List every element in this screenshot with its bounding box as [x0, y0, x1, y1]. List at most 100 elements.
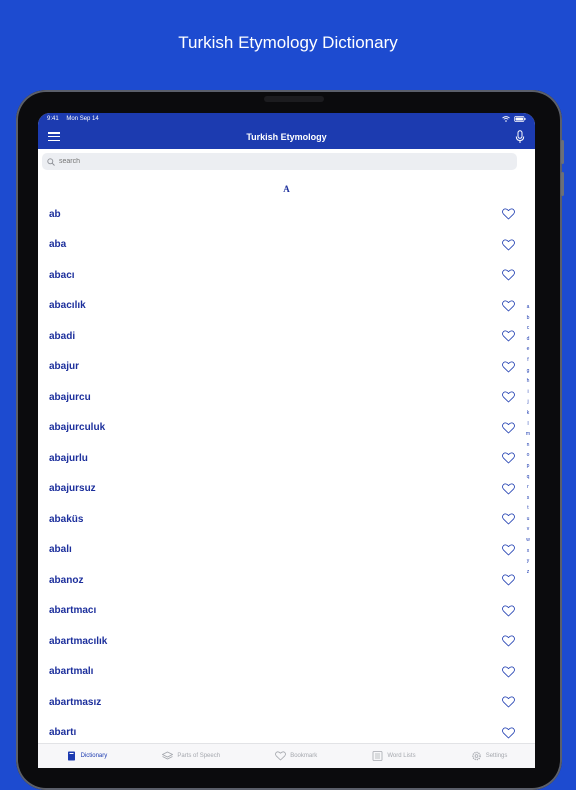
bookmark-heart-icon[interactable]: [502, 208, 515, 220]
word-row[interactable]: ab: [38, 199, 535, 230]
menu-icon[interactable]: [48, 132, 60, 142]
promo-headline: Turkish Etymology Dictionary: [178, 33, 398, 52]
bookmark-heart-icon[interactable]: [502, 665, 515, 678]
word-label: abajurcu: [49, 391, 91, 403]
word-label: abanoz: [49, 574, 84, 586]
word-row[interactable]: abalı: [38, 535, 535, 566]
word-label: abartmalı: [49, 666, 94, 678]
alphabet-index-letter[interactable]: p: [527, 461, 530, 472]
word-row[interactable]: abartmasız: [38, 687, 535, 718]
word-row[interactable]: abadi: [38, 321, 535, 352]
word-label: abajurlu: [49, 452, 88, 464]
bookmark-heart-icon[interactable]: [502, 360, 515, 373]
bookmark-heart-icon[interactable]: [502, 635, 515, 647]
microphone-icon[interactable]: [515, 130, 525, 144]
word-row[interactable]: abartmacılık: [38, 626, 535, 657]
alphabet-index-letter[interactable]: v: [527, 524, 530, 535]
alphabet-index-letter[interactable]: j: [527, 397, 528, 408]
bookmark-heart-icon[interactable]: [502, 452, 515, 464]
nav-title: Turkish Etymology: [246, 131, 327, 142]
gear-icon: [471, 751, 481, 761]
tab-dictionary[interactable]: Dictionary: [66, 751, 108, 761]
bookmark-heart-icon[interactable]: [502, 604, 515, 617]
word-label: abajursuz: [49, 483, 96, 495]
alphabet-index-letter[interactable]: g: [527, 366, 530, 377]
alphabet-index-letter[interactable]: a: [527, 302, 530, 313]
word-row[interactable]: abacı: [38, 260, 535, 291]
search-bar: [38, 149, 535, 174]
tab-bookmark[interactable]: Bookmark: [275, 751, 317, 761]
word-label: abajur: [49, 361, 80, 373]
bookmark-heart-icon[interactable]: [502, 299, 515, 312]
book-icon: [67, 751, 75, 761]
alphabet-index-letter[interactable]: w: [526, 535, 530, 546]
word-label: abartı: [49, 727, 77, 739]
bookmark-heart-icon[interactable]: [502, 726, 515, 739]
word-label: abadi: [49, 330, 76, 342]
bookmark-heart-icon[interactable]: [502, 330, 515, 342]
alphabet-index-letter[interactable]: e: [527, 344, 530, 355]
alphabet-index-letter[interactable]: h: [527, 376, 530, 387]
alphabet-index-letter[interactable]: t: [527, 503, 528, 514]
word-label: aba: [49, 239, 67, 251]
word-row[interactable]: abacılık: [38, 291, 535, 322]
word-label: abartmacılık: [49, 635, 108, 647]
alphabet-index-letter[interactable]: n: [527, 440, 530, 451]
alphabet-index-letter[interactable]: m: [526, 429, 530, 440]
search-input[interactable]: [59, 158, 459, 165]
alphabet-index-letter[interactable]: d: [527, 334, 530, 345]
word-label: abartmacı: [49, 605, 97, 617]
word-row[interactable]: abajur: [38, 352, 535, 383]
bookmark-heart-icon[interactable]: [502, 482, 515, 495]
word-label: abajurculuk: [49, 422, 106, 434]
bookmark-heart-icon[interactable]: [502, 391, 515, 403]
nav-bar: Turkish Etymology: [38, 124, 535, 149]
word-row[interactable]: abaküs: [38, 504, 535, 535]
alphabet-index-letter[interactable]: b: [527, 313, 530, 324]
layers-icon: [162, 751, 174, 760]
tab-parts-of-speech[interactable]: Parts of Speech: [162, 751, 220, 761]
bookmark-heart-icon[interactable]: [502, 269, 515, 281]
alphabet-index-letter[interactable]: u: [527, 514, 530, 525]
alphabet-index-letter[interactable]: c: [527, 323, 530, 334]
tab-label: Dictionary: [80, 753, 108, 759]
alphabet-index-letter[interactable]: x: [527, 546, 530, 557]
alphabet-index[interactable]: abcdefghijklmnopqrstuvwxyz: [524, 302, 532, 577]
alphabet-index-letter[interactable]: y: [527, 556, 530, 567]
tab-settings[interactable]: Settings: [471, 751, 508, 761]
alphabet-index-letter[interactable]: s: [527, 493, 530, 504]
word-label: ab: [49, 208, 61, 220]
bookmark-heart-icon[interactable]: [502, 574, 515, 586]
alphabet-index-letter[interactable]: f: [527, 355, 528, 366]
word-row[interactable]: abajurlu: [38, 443, 535, 474]
word-label: abacı: [49, 269, 75, 281]
battery-icon: [514, 115, 526, 122]
word-label: abalı: [49, 544, 72, 556]
bookmark-heart-icon[interactable]: [502, 696, 515, 708]
bookmark-heart-icon[interactable]: [502, 543, 515, 556]
alphabet-index-letter[interactable]: r: [527, 482, 529, 493]
search-field[interactable]: [42, 153, 517, 170]
word-list: ab aba abacı abacılık abadi abajur abajurcu aba…: [38, 199, 535, 748]
bookmark-heart-icon[interactable]: [502, 513, 515, 525]
alphabet-index-letter[interactable]: i: [527, 387, 528, 398]
heart-icon: [275, 751, 287, 761]
word-row[interactable]: abajurcu: [38, 382, 535, 413]
alphabet-index-letter[interactable]: z: [527, 567, 530, 578]
tab-word-lists[interactable]: Word Lists: [372, 751, 416, 761]
status-time: 9:41: [47, 115, 59, 122]
word-row[interactable]: abartmacı: [38, 596, 535, 627]
word-row[interactable]: aba: [38, 230, 535, 261]
alphabet-index-letter[interactable]: l: [527, 419, 528, 430]
alphabet-index-letter[interactable]: q: [527, 472, 530, 483]
tab-label: Settings: [485, 753, 508, 759]
word-row[interactable]: abanoz: [38, 565, 535, 596]
alphabet-index-letter[interactable]: k: [527, 408, 530, 419]
word-row[interactable]: abajursuz: [38, 474, 535, 505]
word-row[interactable]: abajurculuk: [38, 413, 535, 444]
bookmark-heart-icon[interactable]: [502, 421, 515, 434]
wifi-icon: [502, 115, 510, 122]
alphabet-index-letter[interactable]: o: [527, 450, 530, 461]
word-row[interactable]: abartmalı: [38, 657, 535, 688]
bookmark-heart-icon[interactable]: [502, 238, 515, 251]
